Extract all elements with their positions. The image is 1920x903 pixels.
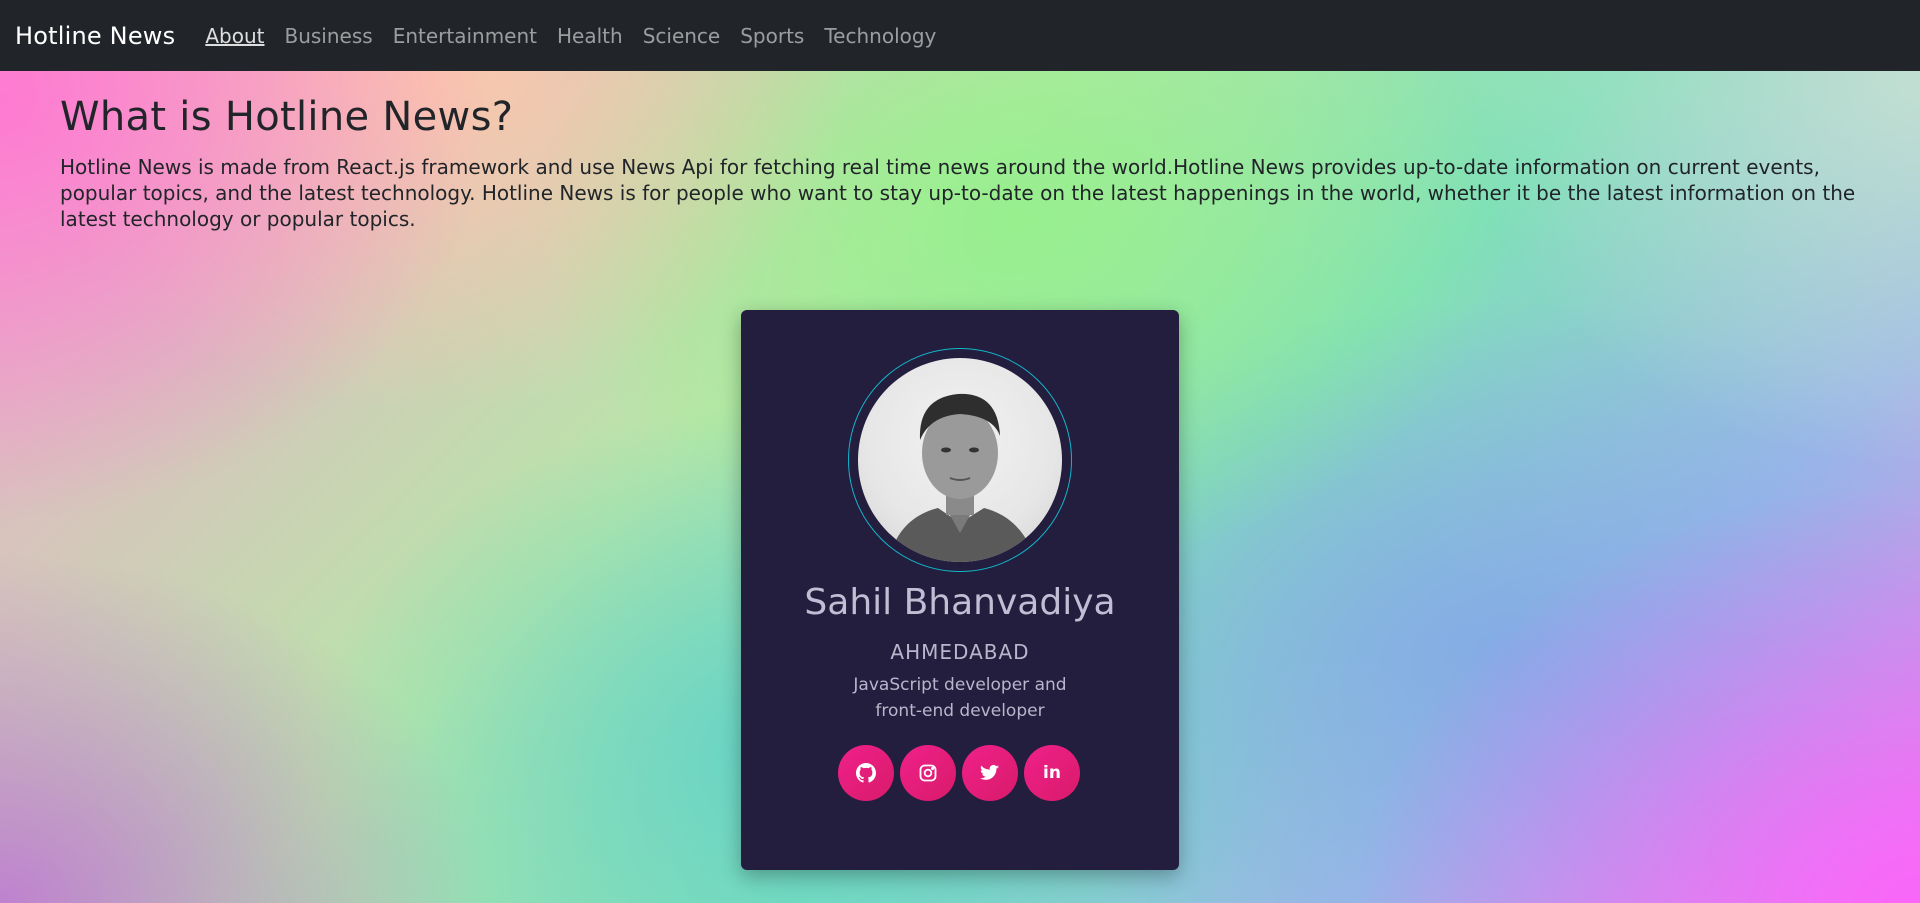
nav-link-technology[interactable]: Technology: [824, 24, 936, 48]
nav-link-entertainment[interactable]: Entertainment: [393, 24, 537, 48]
social-links: in: [838, 745, 1080, 801]
navbar: Hotline News About Business Entertainmen…: [0, 0, 1920, 71]
avatar: [858, 358, 1062, 562]
github-link[interactable]: [838, 745, 894, 801]
twitter-icon: [980, 764, 1000, 780]
linkedin-link[interactable]: in: [1024, 745, 1080, 801]
profile-city: AHMEDABAD: [890, 640, 1030, 664]
about-description: Hotline News is made from React.js frame…: [60, 155, 1856, 231]
nav-link-science[interactable]: Science: [643, 24, 721, 48]
profile-role: JavaScript developer and front-end devel…: [853, 675, 1067, 721]
avatar-ring: [848, 348, 1072, 572]
nav-link-sports[interactable]: Sports: [740, 24, 804, 48]
instagram-icon: [919, 764, 937, 782]
nav-link-business[interactable]: Business: [284, 24, 372, 48]
nav-links: About Business Entertainment Health Scie…: [205, 24, 936, 48]
nav-link-about[interactable]: About: [205, 24, 264, 48]
about-section: What is Hotline News? Hotline News is ma…: [60, 94, 1860, 232]
profile-card: Sahil Bhanvadiya AHMEDABAD JavaScript de…: [741, 310, 1179, 870]
page-title: What is Hotline News?: [60, 94, 514, 140]
twitter-link[interactable]: [962, 745, 1018, 801]
nav-link-health[interactable]: Health: [557, 24, 623, 48]
github-icon: [856, 763, 876, 783]
instagram-link[interactable]: [900, 745, 956, 801]
brand-logo[interactable]: Hotline News: [15, 22, 175, 50]
linkedin-icon: in: [1043, 763, 1061, 783]
profile-name: Sahil Bhanvadiya: [804, 582, 1116, 623]
